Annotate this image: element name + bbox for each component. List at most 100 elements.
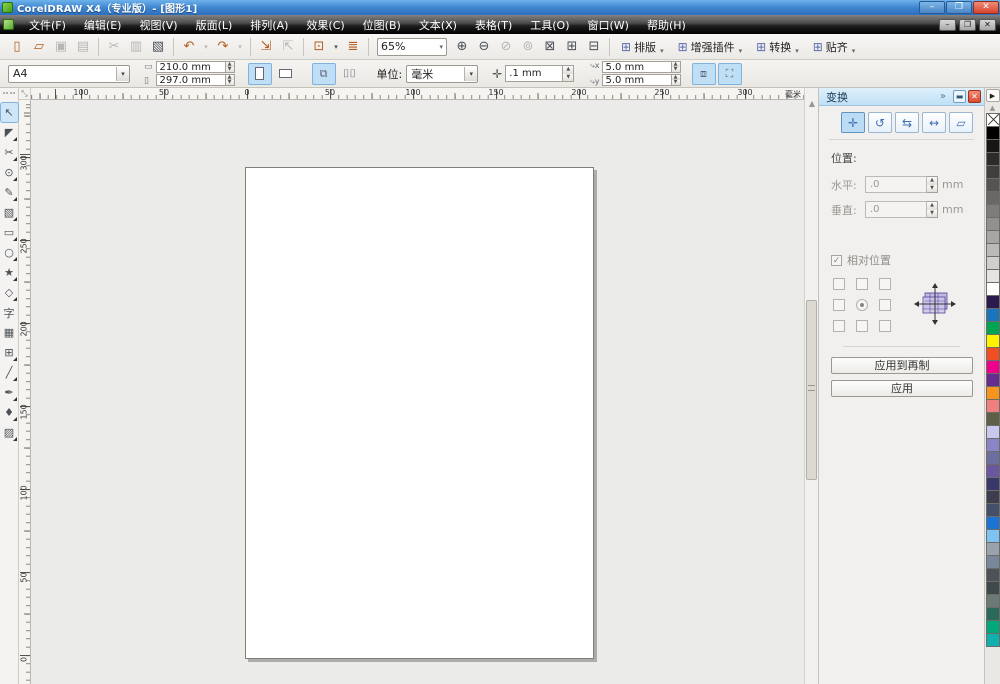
- color-swatch[interactable]: [986, 321, 1000, 335]
- vertical-spinner[interactable]: ▲▼: [927, 201, 938, 218]
- current-page-button[interactable]: ⌷⌷: [338, 63, 362, 85]
- freehand-tool[interactable]: ✎: [1, 183, 18, 202]
- duplicate-y-spinner[interactable]: ▲▼: [672, 74, 681, 86]
- color-swatch[interactable]: [986, 295, 1000, 309]
- launcher-dropdown[interactable]: ▾: [331, 37, 341, 57]
- snap-to-button[interactable]: ⊞贴齐▾: [808, 37, 861, 57]
- menu-item-f[interactable]: 文件(F): [20, 15, 75, 35]
- color-swatch[interactable]: [986, 581, 1000, 595]
- paste-button[interactable]: ▧: [148, 37, 168, 57]
- enhanced-plugins-button[interactable]: ⊞增强插件▾: [673, 37, 748, 57]
- color-swatch[interactable]: [986, 269, 1000, 283]
- scrollbar-thumb[interactable]: [806, 300, 817, 480]
- polygon-tool[interactable]: ★: [1, 263, 18, 282]
- color-swatch[interactable]: [986, 334, 1000, 348]
- zoom-to-width-button[interactable]: ⊟: [584, 37, 604, 57]
- restore-button[interactable]: ❐: [946, 1, 972, 14]
- duplicate-x-spinner[interactable]: ▲▼: [672, 61, 681, 73]
- color-swatch[interactable]: [986, 165, 1000, 179]
- units-combo[interactable]: 毫米 ▾: [406, 65, 478, 83]
- nudge-offset-input[interactable]: .1 mm: [505, 65, 563, 82]
- options-button[interactable]: ≣: [343, 37, 363, 57]
- basic-shapes-tool[interactable]: ◇: [1, 283, 18, 302]
- smart-fill-tool[interactable]: ▧: [1, 203, 18, 222]
- color-swatch[interactable]: [986, 373, 1000, 387]
- color-swatch[interactable]: [986, 555, 1000, 569]
- color-swatch[interactable]: [986, 633, 1000, 647]
- redo-dropdown[interactable]: ▾: [235, 37, 245, 57]
- vertical-ruler[interactable]: 300250200150100500: [19, 100, 31, 684]
- anchor-cell-1[interactable]: [856, 278, 868, 290]
- pick-tool[interactable]: ↖: [1, 103, 18, 122]
- anchor-cell-4[interactable]: [856, 299, 868, 311]
- mdi-minimize-button[interactable]: –: [939, 19, 956, 31]
- color-swatch[interactable]: [986, 308, 1000, 322]
- color-swatch[interactable]: [986, 204, 1000, 218]
- open-button[interactable]: ▱: [29, 37, 49, 57]
- color-swatch[interactable]: [986, 191, 1000, 205]
- apply-button[interactable]: 应用: [831, 380, 973, 397]
- duplicate-y-input[interactable]: 5.0 mm: [602, 74, 672, 86]
- anchor-cell-8[interactable]: [879, 320, 891, 332]
- page-size-combo[interactable]: A4 ▾: [8, 65, 130, 83]
- anchor-point-grid[interactable]: [833, 278, 891, 332]
- snap-frame-button[interactable]: ⛶: [718, 63, 742, 85]
- outline-pen-tool[interactable]: ✒: [1, 383, 18, 402]
- color-swatch[interactable]: [986, 126, 1000, 140]
- color-swatch[interactable]: [986, 529, 1000, 543]
- close-button[interactable]: ✕: [973, 1, 999, 14]
- landscape-button[interactable]: [274, 63, 298, 85]
- transform-scale-mirror-button[interactable]: ⇆: [895, 112, 919, 133]
- copy-button[interactable]: ▥: [126, 37, 146, 57]
- menu-item-h[interactable]: 帮助(H): [638, 15, 695, 35]
- color-swatch[interactable]: [986, 243, 1000, 257]
- table-tool[interactable]: ▦: [1, 323, 18, 342]
- color-swatch[interactable]: [986, 503, 1000, 517]
- anchor-cell-3[interactable]: [833, 299, 845, 311]
- color-swatch[interactable]: [986, 568, 1000, 582]
- drawing-canvas[interactable]: [31, 100, 804, 684]
- color-swatch[interactable]: [986, 438, 1000, 452]
- transform-skew-button[interactable]: ▱: [949, 112, 973, 133]
- color-swatch[interactable]: [986, 178, 1000, 192]
- interactive-blend-tool[interactable]: ⊞: [1, 343, 18, 362]
- color-swatch[interactable]: [986, 425, 1000, 439]
- nudge-offset-spinner[interactable]: ▲▼: [563, 65, 574, 82]
- transform-size-button[interactable]: ↔: [922, 112, 946, 133]
- zoom-level-combo[interactable]: 65% ▾: [377, 38, 447, 56]
- rectangle-tool[interactable]: ▭: [1, 223, 18, 242]
- zoom-in-button[interactable]: ⊕: [452, 37, 472, 57]
- shape-tool[interactable]: ◤: [1, 123, 18, 142]
- undo-button[interactable]: ↶: [179, 37, 199, 57]
- save-button[interactable]: ▣: [51, 37, 71, 57]
- color-swatch[interactable]: [986, 360, 1000, 374]
- anchor-cell-7[interactable]: [856, 320, 868, 332]
- zoom-to-fit-button[interactable]: ⊠: [540, 37, 560, 57]
- color-swatch[interactable]: [986, 347, 1000, 361]
- docker-minimize-button[interactable]: ▬: [953, 90, 966, 103]
- paper-height-spinner[interactable]: ▲▼: [226, 74, 235, 86]
- application-launcher-button[interactable]: ⊡: [309, 37, 329, 57]
- zoom-all-objects-button[interactable]: ⊚: [518, 37, 538, 57]
- ellipse-tool[interactable]: ○: [1, 243, 18, 262]
- menu-item-e[interactable]: 编辑(E): [75, 15, 131, 35]
- import-button[interactable]: ⇲: [256, 37, 276, 57]
- menu-item-o[interactable]: 工具(O): [521, 15, 578, 35]
- paper-width-spinner[interactable]: ▲▼: [226, 61, 235, 73]
- palette-flyout-icon[interactable]: ▶: [986, 89, 1000, 102]
- crop-tool[interactable]: ✂: [1, 143, 18, 162]
- text-tool[interactable]: 字: [1, 303, 18, 322]
- menu-item-x[interactable]: 文本(X): [410, 15, 466, 35]
- menu-item-b[interactable]: 位图(B): [354, 15, 410, 35]
- horizontal-input[interactable]: .0: [865, 176, 927, 193]
- cut-button[interactable]: ✂: [104, 37, 124, 57]
- scroll-up-icon[interactable]: ▲: [806, 98, 818, 110]
- horizontal-spinner[interactable]: ▲▼: [927, 176, 938, 193]
- color-swatch[interactable]: [986, 607, 1000, 621]
- menu-item-l[interactable]: 版面(L): [187, 15, 242, 35]
- transform-rotate-button[interactable]: ↺: [868, 112, 892, 133]
- horizontal-ruler[interactable]: 10050050100150200250300 毫米: [31, 88, 804, 100]
- color-swatch[interactable]: [986, 451, 1000, 465]
- document-page[interactable]: [245, 167, 594, 659]
- anchor-cell-6[interactable]: [833, 320, 845, 332]
